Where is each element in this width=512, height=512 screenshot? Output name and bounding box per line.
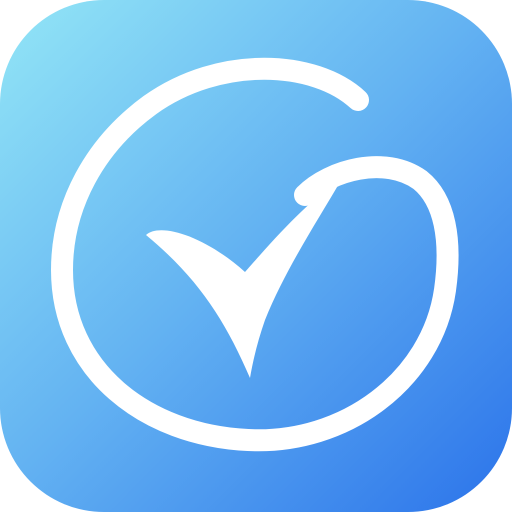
checkmark-circle-app-icon[interactable] xyxy=(0,0,512,512)
app-icon-canvas xyxy=(0,0,512,512)
